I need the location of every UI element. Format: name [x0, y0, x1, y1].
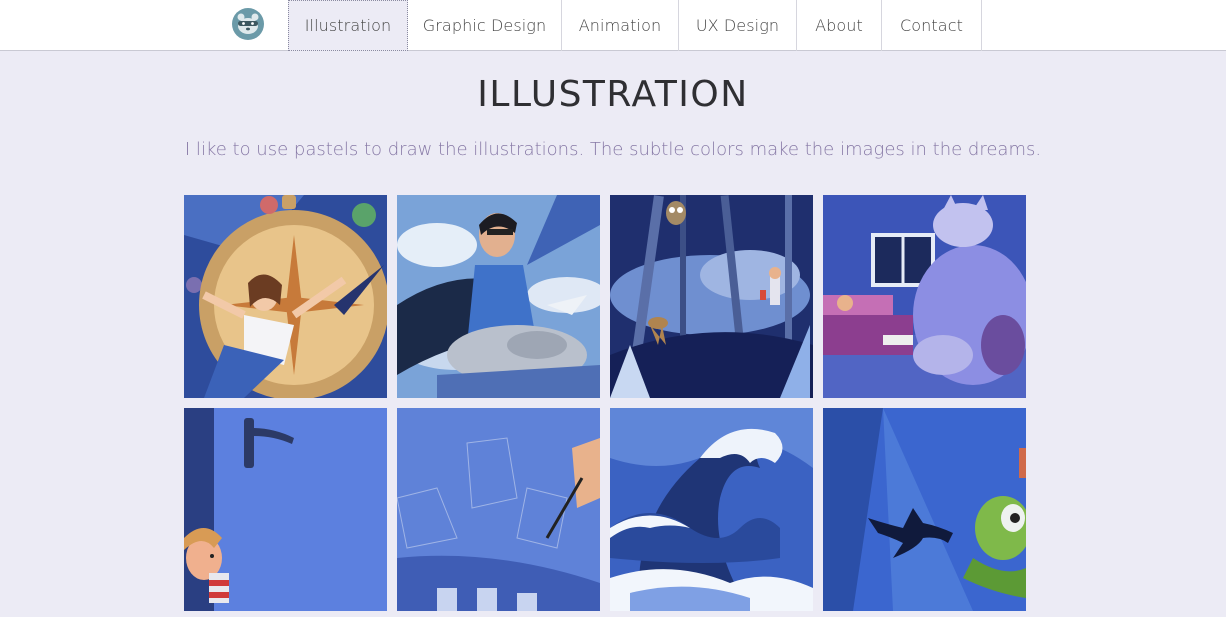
nav-label: UX Design — [695, 16, 780, 35]
boy-behind-door-illustration[interactable] — [184, 408, 387, 611]
nav-item-ux-design[interactable]: UX Design — [679, 0, 797, 51]
nav-label: About — [815, 16, 863, 35]
girl-compass-illustration[interactable] — [184, 195, 387, 398]
nav-label: Illustration — [304, 16, 392, 35]
page-subtitle: I like to use pastels to draw the illust… — [184, 139, 1042, 160]
forest-night-deer-illustration[interactable] — [610, 195, 813, 398]
raccoon-logo-icon[interactable] — [232, 8, 264, 40]
turtle-underwater-illustration[interactable] — [823, 408, 1026, 611]
nav-label: Graphic Design — [422, 16, 547, 35]
page-title: ILLUSTRATION — [477, 74, 749, 115]
top-navigation-bar: Illustration Graphic Design Animation UX… — [0, 0, 1226, 51]
nav-item-illustration[interactable]: Illustration — [288, 0, 408, 51]
bedroom-cat-illustration[interactable] — [823, 195, 1026, 398]
nav-label: Contact — [900, 16, 963, 35]
nav-item-contact[interactable]: Contact — [882, 0, 982, 51]
nav-item-animation[interactable]: Animation — [562, 0, 679, 51]
nav-item-about[interactable]: About — [797, 0, 882, 51]
main-nav: Illustration Graphic Design Animation UX… — [288, 0, 982, 51]
nav-item-graphic-design[interactable]: Graphic Design — [408, 0, 562, 51]
hand-drawing-blueprint-illustration[interactable] — [397, 408, 600, 611]
great-wave-illustration[interactable] — [610, 408, 813, 611]
boy-flying-plane-illustration[interactable] — [397, 195, 600, 398]
illustration-gallery — [184, 195, 1026, 611]
nav-label: Animation — [578, 16, 662, 35]
